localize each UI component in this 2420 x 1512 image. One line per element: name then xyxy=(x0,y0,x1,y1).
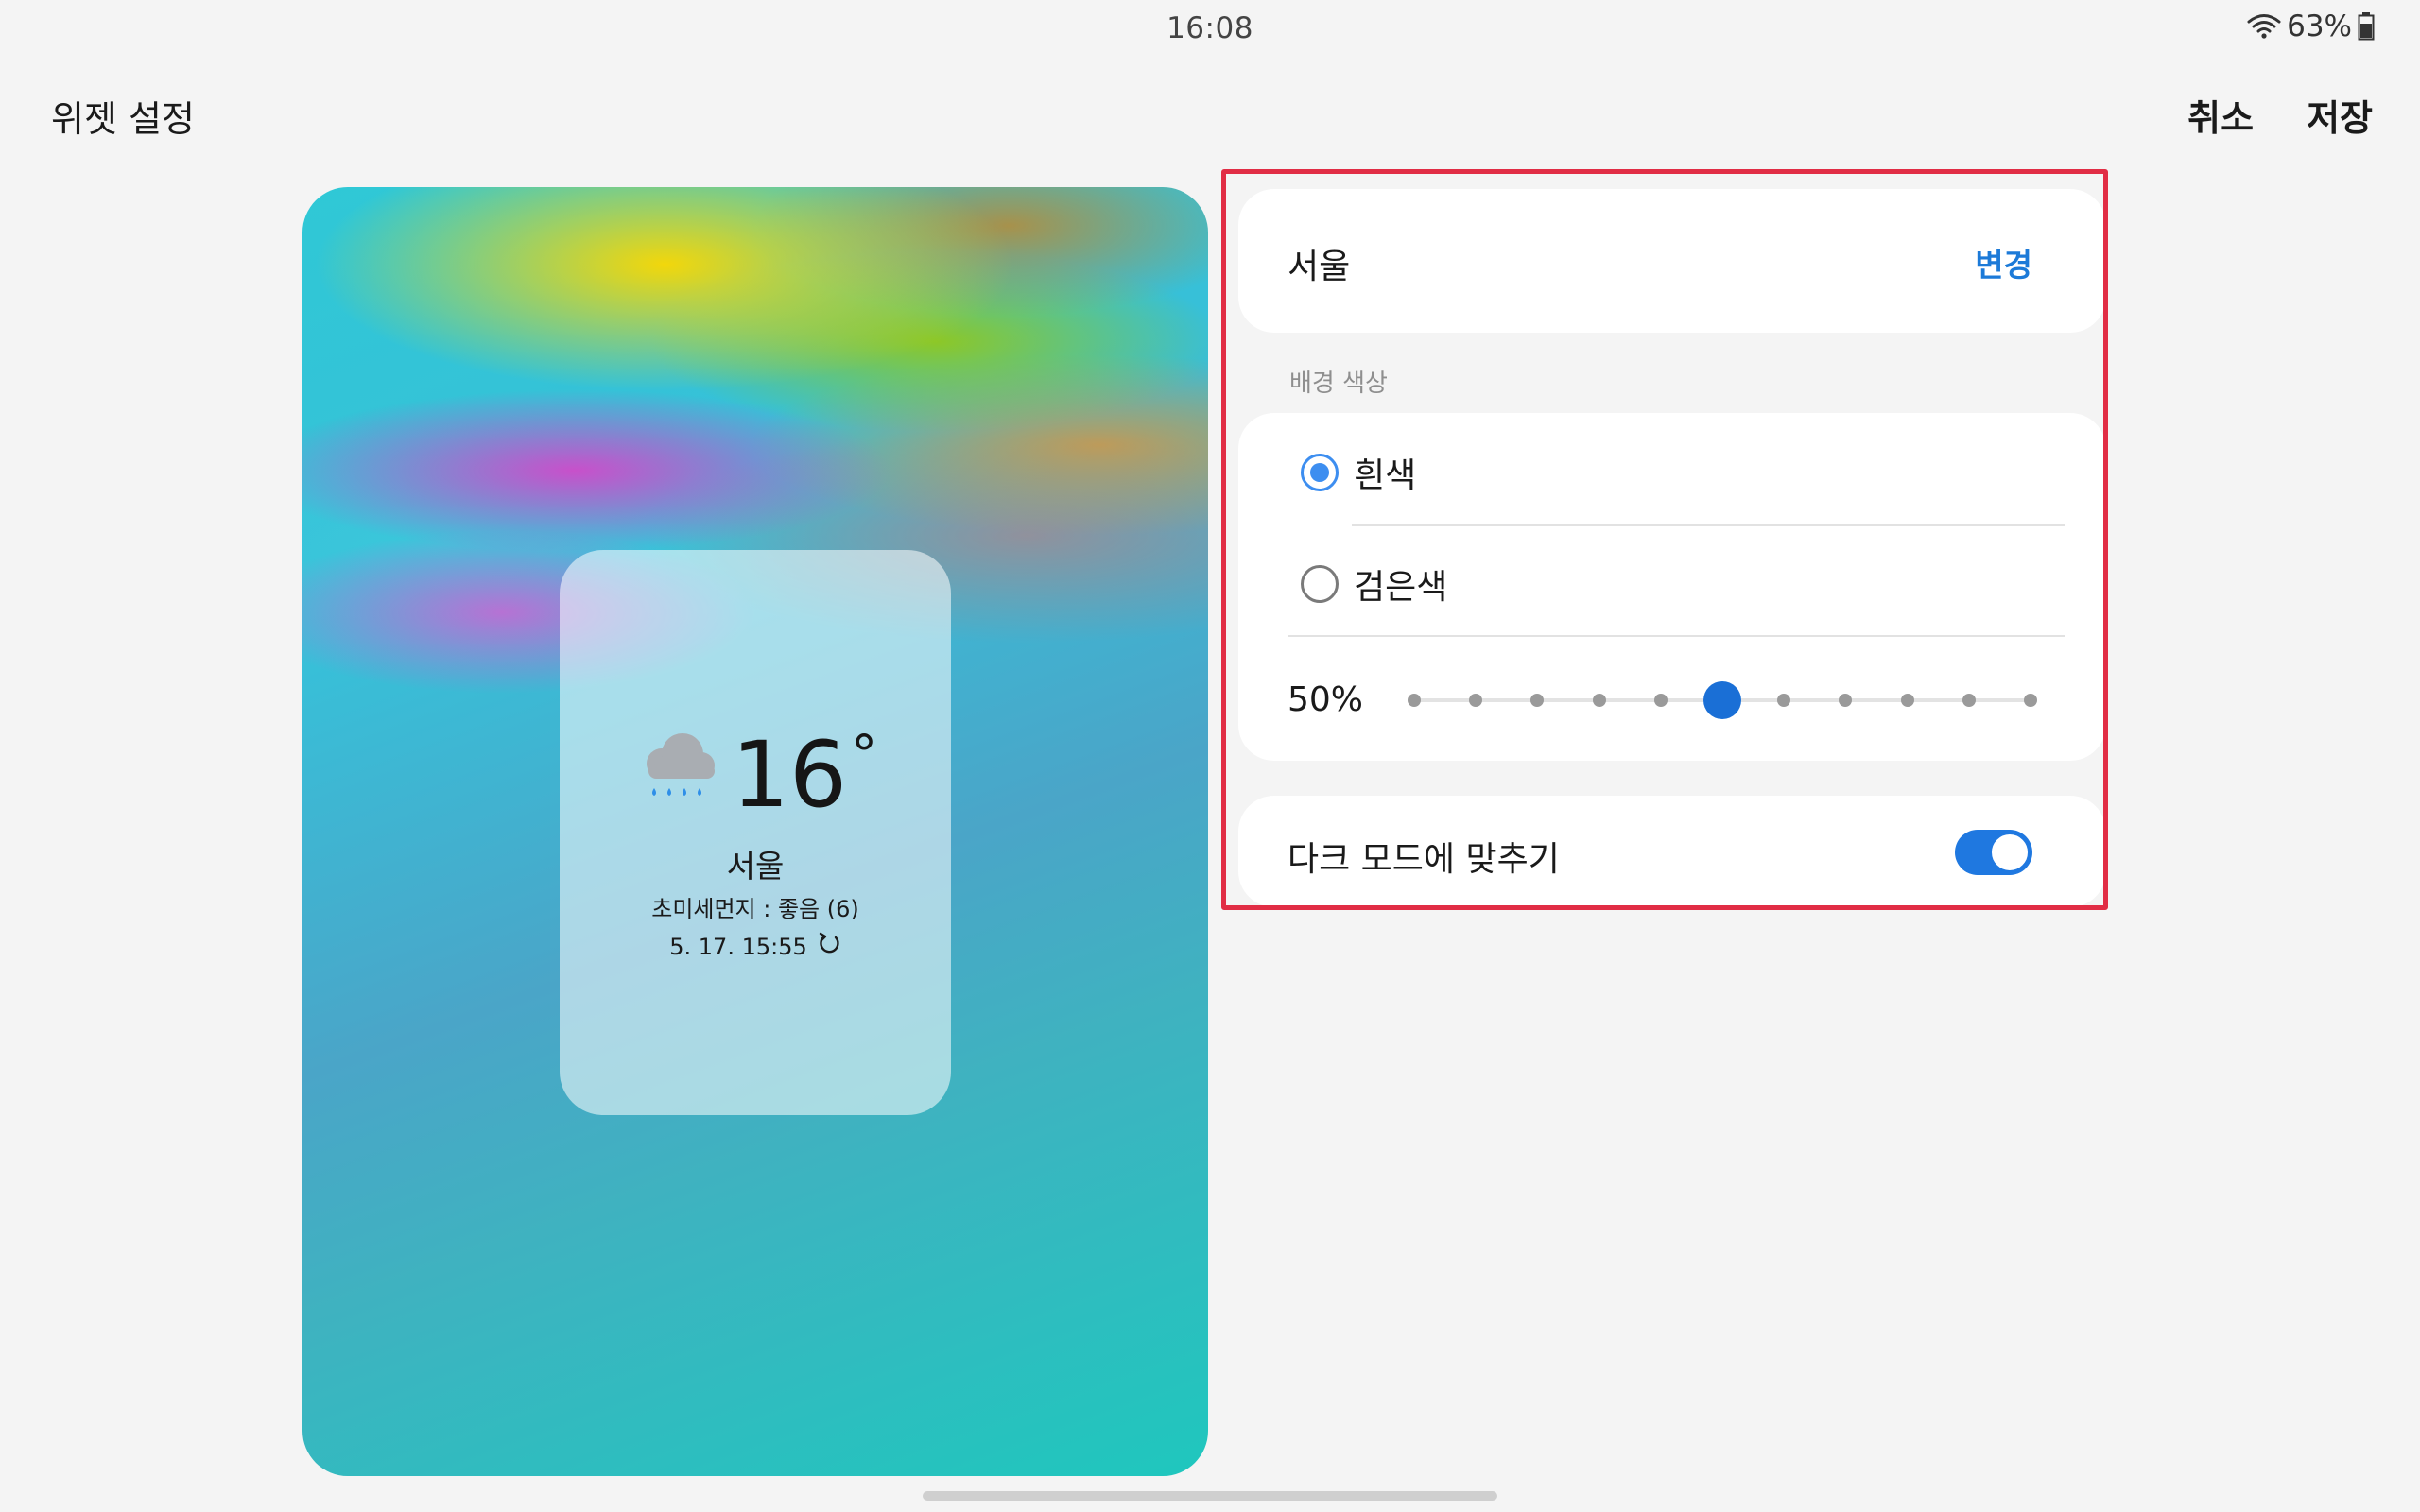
weather-summary: 16 ° xyxy=(560,730,951,820)
cancel-button[interactable]: 취소 xyxy=(2187,89,2254,141)
header-actions: 취소 저장 xyxy=(2187,89,2373,141)
status-time: 16:08 xyxy=(1167,11,1253,45)
highlight-outline xyxy=(1221,169,2108,910)
widget-settings-screen: 16:08 63% 위젯 설정 취소 저장 16 ° 서울 초미세먼지: 좋음… xyxy=(0,0,2420,1512)
refresh-icon xyxy=(817,932,841,962)
temperature: 16 xyxy=(731,722,848,828)
wifi-icon xyxy=(2247,13,2281,40)
update-time: 5. 17. 15:55 xyxy=(669,934,807,960)
save-button[interactable]: 저장 xyxy=(2307,89,2373,141)
weather-widget: 16 ° 서울 초미세먼지 : 좋음 (6) 5. 17. 15:55 xyxy=(560,550,951,1115)
fine-dust-status: 초미세먼지 : 좋음 (6) xyxy=(651,896,859,922)
page-title: 위젯 설정 xyxy=(51,98,195,140)
widget-preview: 16 ° 서울 초미세먼지 : 좋음 (6) 5. 17. 15:55 xyxy=(302,187,1208,1476)
battery-icon xyxy=(2358,12,2375,41)
degree-symbol: ° xyxy=(851,725,878,786)
update-time-row: 5. 17. 15:55 xyxy=(560,932,951,962)
battery-label: 63% xyxy=(2287,9,2352,43)
rain-cloud-icon xyxy=(633,730,724,813)
home-indicator[interactable] xyxy=(923,1491,1497,1501)
widget-city: 서울 xyxy=(726,848,785,885)
status-indicators: 63% xyxy=(2247,9,2375,43)
